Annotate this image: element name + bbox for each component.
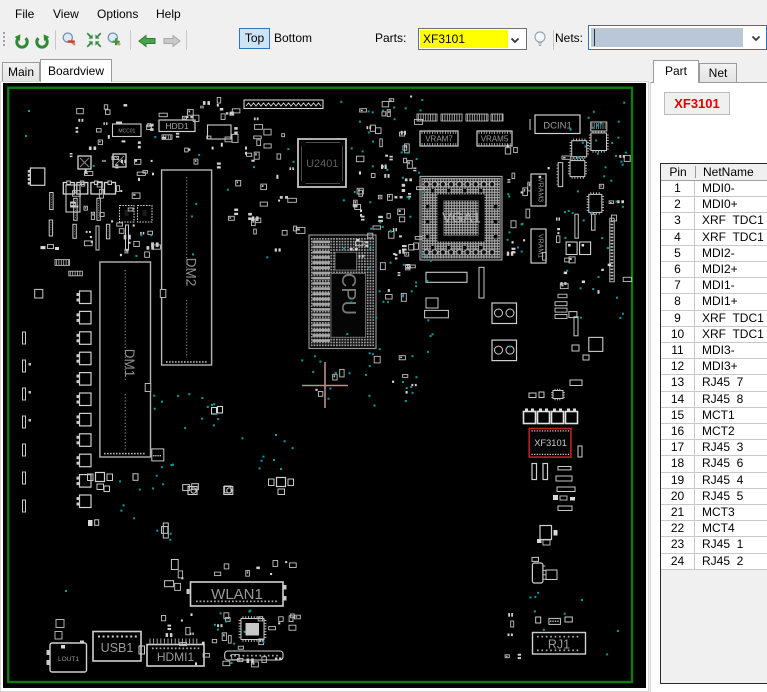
svg-text:HDD1: HDD1: [165, 121, 188, 131]
svg-text:VRAM5: VRAM5: [481, 134, 509, 143]
svg-text:XF3101: XF3101: [534, 438, 567, 448]
svg-text:U2401: U2401: [306, 158, 338, 170]
svg-text:LOUT1: LOUT1: [58, 656, 79, 663]
svg-text:CPU: CPU: [337, 273, 359, 315]
svg-text:VRAM7: VRAM7: [425, 134, 453, 143]
svg-text:MCC01: MCC01: [118, 129, 135, 135]
svg-text:DM1: DM1: [122, 349, 137, 378]
svg-text:HDMI1: HDMI1: [157, 650, 195, 664]
svg-text:DM2: DM2: [184, 258, 199, 287]
svg-text:RJ1: RJ1: [548, 638, 570, 652]
svg-text:WLAN1: WLAN1: [211, 586, 263, 603]
svg-text:VGA1: VGA1: [442, 211, 481, 227]
svg-text:VRAM3: VRAM3: [537, 178, 544, 202]
svg-text:USB1: USB1: [101, 641, 134, 655]
svg-text:DCIN1: DCIN1: [543, 121, 572, 132]
